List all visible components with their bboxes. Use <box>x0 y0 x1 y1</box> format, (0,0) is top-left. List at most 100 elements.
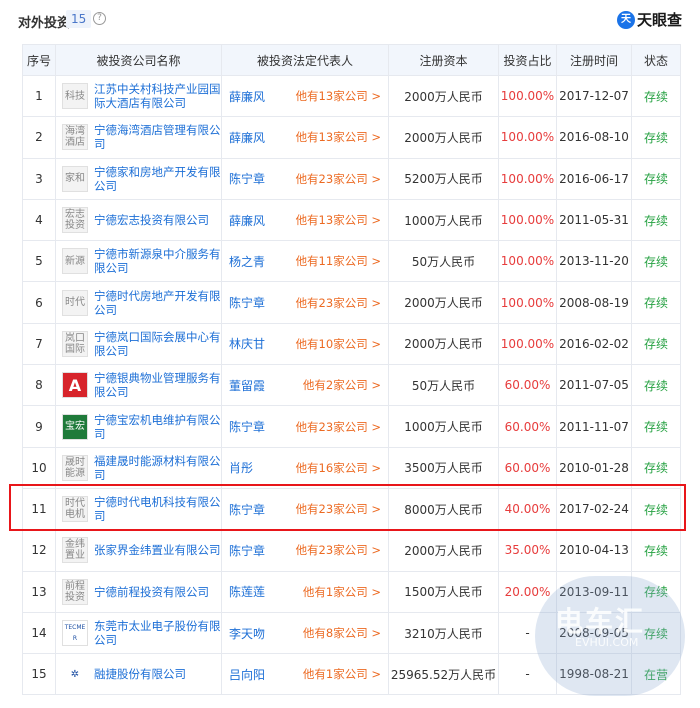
company-link[interactable]: 东莞市太业电子股份有限公司 <box>94 619 221 647</box>
capital-cell: 1500万人民币 <box>388 570 499 613</box>
company-cell: 岚口国际 宁德岚口国际会展中心有限公司 <box>55 322 222 366</box>
status-cell: 存续 <box>631 529 681 572</box>
brand-mark-icon: 天 <box>616 10 635 29</box>
rep-link[interactable]: 林庆甘 <box>229 335 265 352</box>
row-index: 12 <box>22 529 56 572</box>
rep-companies-link[interactable]: 他有23家公司 > <box>296 542 381 558</box>
rep-cell: 董留霞 他有2家公司 > <box>221 364 389 407</box>
section-title: 对外投资 <box>18 16 71 31</box>
brand-logo[interactable]: 天 天眼查 <box>616 9 682 30</box>
row-index: 6 <box>22 281 56 324</box>
rep-link[interactable]: 吕向阳 <box>229 666 265 683</box>
company-cell: 家和 宁德家和房地产开发有限公司 <box>55 157 222 200</box>
table-row: 12 金纬置业 张家界金纬置业有限公司 陈宁章 他有23家公司 > 2000万人民币 35.… <box>22 529 681 572</box>
capital-cell: 2000万人民币 <box>388 116 499 159</box>
row-index: 8 <box>22 364 56 407</box>
table-row: 3 家和 宁德家和房地产开发有限公司 陈宁章 他有23家公司 > 5200万人民币 100.… <box>22 157 681 200</box>
capital-cell: 3210万人民币 <box>388 611 499 655</box>
date-cell: 2011-05-31 <box>556 198 632 242</box>
company-link[interactable]: 宁德海湾酒店管理有限公司 <box>94 123 221 151</box>
column-header-index: 序号 <box>22 44 56 76</box>
table-row: 5 新源 宁德市新源泉中介服务有限公司 杨之青 他有11家公司 > 50万人民币 100.0… <box>22 240 681 283</box>
ratio-cell: 60.00% <box>498 446 557 489</box>
capital-cell: 2000万人民币 <box>388 529 499 572</box>
date-cell: 2008-09-05 <box>556 611 632 655</box>
date-cell: 2017-02-24 <box>556 487 632 531</box>
rep-cell: 林庆甘 他有10家公司 > <box>221 322 389 366</box>
rep-companies-link[interactable]: 他有23家公司 > <box>296 501 381 517</box>
company-link[interactable]: 江苏中关村科技产业园国际大酒店有限公司 <box>94 82 221 110</box>
status-cell: 存续 <box>631 116 681 159</box>
table-row: 15 ✲ 融捷股份有限公司 吕向阳 他有1家公司 > 25965.52万人民币 -1998-… <box>22 653 681 696</box>
column-header-capital: 注册资本 <box>388 44 499 76</box>
rep-link[interactable]: 陈宁章 <box>229 542 265 559</box>
rep-companies-link[interactable]: 他有13家公司 > <box>296 88 381 104</box>
rep-link[interactable]: 陈宁章 <box>229 294 265 311</box>
company-link[interactable]: 宁德前程投资有限公司 <box>94 585 209 599</box>
rep-link[interactable]: 李天吻 <box>229 625 265 642</box>
rep-cell: 薛廉风 他有13家公司 > <box>221 198 389 242</box>
capital-cell: 8000万人民币 <box>388 487 499 531</box>
rep-cell: 吕向阳 他有1家公司 > <box>221 653 389 696</box>
company-link[interactable]: 宁德家和房地产开发有限公司 <box>94 165 221 193</box>
brand-text: 天眼查 <box>636 11 682 29</box>
company-logo: 前程投资 <box>62 578 88 605</box>
row-index: 9 <box>22 405 56 448</box>
column-header-company: 被投资公司名称 <box>55 44 222 76</box>
rep-companies-link[interactable]: 他有8家公司 > <box>303 625 381 641</box>
rep-link[interactable]: 薛廉风 <box>229 129 265 146</box>
column-header-status: 状态 <box>631 44 681 76</box>
rep-companies-link[interactable]: 他有2家公司 > <box>303 377 381 393</box>
date-cell: 2016-02-02 <box>556 322 632 366</box>
ratio-cell: 60.00% <box>498 405 557 448</box>
company-link[interactable]: 宁德宝宏机电维护有限公司 <box>94 413 221 441</box>
table-row: 11 时代电机 宁德时代电机科技有限公司 陈宁章 他有23家公司 > 8000万人民币 40… <box>22 487 681 531</box>
ratio-cell: 100.00% <box>498 157 557 200</box>
rep-companies-link[interactable]: 他有23家公司 > <box>296 419 381 435</box>
capital-cell: 1000万人民币 <box>388 198 499 242</box>
rep-link[interactable]: 陈宁章 <box>229 501 265 518</box>
row-index: 4 <box>22 198 56 242</box>
ratio-cell: 60.00% <box>498 364 557 407</box>
rep-companies-link[interactable]: 他有23家公司 > <box>296 295 381 311</box>
table-row: 14 TECMER 东莞市太业电子股份有限公司 李天吻 他有8家公司 > 3210万人民币… <box>22 611 681 655</box>
rep-link[interactable]: 董留霞 <box>229 377 265 394</box>
rep-companies-link[interactable]: 他有1家公司 > <box>303 666 381 682</box>
company-link[interactable]: 宁德银典物业管理服务有限公司 <box>94 371 221 399</box>
rep-link[interactable]: 肖彤 <box>229 459 253 476</box>
company-link[interactable]: 宁德岚口国际会展中心有限公司 <box>94 330 221 358</box>
rep-companies-link[interactable]: 他有10家公司 > <box>296 336 381 352</box>
rep-companies-link[interactable]: 他有13家公司 > <box>296 129 381 145</box>
status-cell: 存续 <box>631 322 681 366</box>
rep-link[interactable]: 陈宁章 <box>229 170 265 187</box>
capital-cell: 2000万人民币 <box>388 281 499 324</box>
row-index: 13 <box>22 570 56 613</box>
rep-link[interactable]: 陈莲莲 <box>229 583 265 600</box>
rep-companies-link[interactable]: 他有13家公司 > <box>296 212 381 228</box>
rep-link[interactable]: 陈宁章 <box>229 418 265 435</box>
capital-cell: 25965.52万人民币 <box>388 653 499 696</box>
date-cell: 2017-12-07 <box>556 74 632 118</box>
rep-link[interactable]: 杨之青 <box>229 253 265 270</box>
rep-companies-link[interactable]: 他有11家公司 > <box>296 253 381 269</box>
company-link[interactable]: 福建晟时能源材料有限公司 <box>94 454 221 482</box>
company-link[interactable]: 张家界金纬置业有限公司 <box>94 543 221 557</box>
rep-cell: 薛廉风 他有13家公司 > <box>221 74 389 118</box>
rep-companies-link[interactable]: 他有16家公司 > <box>296 460 381 476</box>
rep-link[interactable]: 薛廉风 <box>229 212 265 229</box>
help-icon[interactable]: ? <box>93 12 106 25</box>
company-link[interactable]: 宁德市新源泉中介服务有限公司 <box>94 247 221 275</box>
rep-companies-link[interactable]: 他有23家公司 > <box>296 171 381 187</box>
status-cell: 存续 <box>631 611 681 655</box>
company-logo: 海湾酒店 <box>62 124 88 151</box>
rep-link[interactable]: 薛廉风 <box>229 88 265 105</box>
company-link[interactable]: 宁德宏志投资有限公司 <box>94 213 209 227</box>
row-index: 10 <box>22 446 56 489</box>
status-cell: 存续 <box>631 74 681 118</box>
capital-cell: 1000万人民币 <box>388 405 499 448</box>
company-link[interactable]: 融捷股份有限公司 <box>94 667 186 681</box>
company-link[interactable]: 宁德时代房地产开发有限公司 <box>94 289 221 317</box>
rep-companies-link[interactable]: 他有1家公司 > <box>303 584 381 600</box>
company-link[interactable]: 宁德时代电机科技有限公司 <box>94 495 221 523</box>
company-cell: A 宁德银典物业管理服务有限公司 <box>55 364 222 407</box>
